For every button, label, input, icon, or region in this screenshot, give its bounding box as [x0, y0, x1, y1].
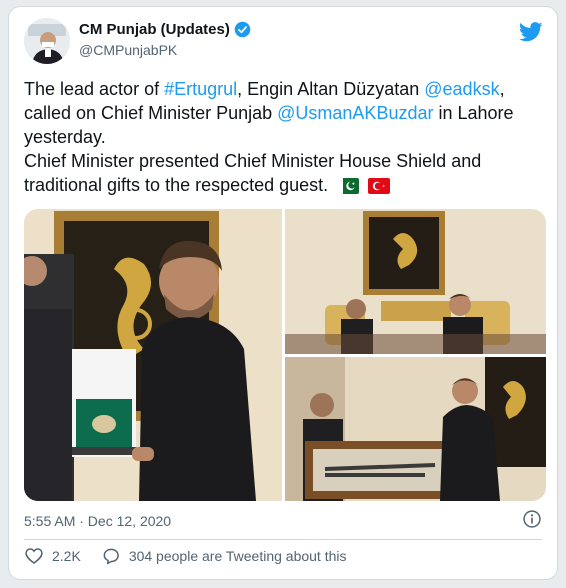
turkey-flag-icon [368, 178, 391, 194]
author-block: CM Punjab (Updates) @CMPunjabPK [79, 21, 251, 58]
author-name-row[interactable]: CM Punjab (Updates) [79, 21, 251, 38]
info-icon[interactable] [522, 509, 542, 529]
twitter-bird-icon[interactable] [519, 21, 543, 43]
mention-link[interactable]: @UsmanAKBuzdar [277, 103, 433, 123]
photo-top-right-image [285, 209, 546, 354]
photo-top-right[interactable] [285, 209, 546, 354]
hashtag-link[interactable]: #Ertugrul [164, 79, 237, 99]
timestamp[interactable]: 5:55 AM · Dec 12, 2020 [24, 513, 171, 529]
like-count: 2.2K [52, 548, 81, 564]
display-name[interactable]: CM Punjab (Updates) [79, 21, 230, 38]
like-button[interactable]: 2.2K [24, 546, 81, 566]
tweet-text-segment: , Engin Altan Düzyatan [237, 79, 425, 99]
mention-link[interactable]: @eadksk [424, 79, 499, 99]
verified-badge-icon [234, 21, 251, 38]
photo-main-image [24, 209, 282, 501]
action-bar: 2.2K 304 people are Tweeting about this [24, 546, 367, 566]
tweet-text-line2: Chief Minister presented Chief Minister … [24, 151, 482, 195]
pakistan-flag-icon [337, 178, 360, 194]
tweet-card: CM Punjab (Updates) @CMPunjabPK The lead… [8, 6, 558, 580]
tweeting-about-text: 304 people are Tweeting about this [128, 548, 347, 564]
handle[interactable]: @CMPunjabPK [79, 42, 251, 58]
avatar[interactable] [24, 18, 70, 64]
tweeting-about-link[interactable]: 304 people are Tweeting about this [101, 546, 347, 566]
media-grid [24, 209, 546, 501]
heart-icon [25, 548, 43, 565]
speech-bubble-icon [103, 548, 119, 565]
divider [24, 539, 542, 540]
photo-bottom-right[interactable] [285, 357, 546, 501]
photo-bottom-right-image [285, 357, 546, 501]
avatar-image [24, 18, 70, 64]
tweet-text-segment: The lead actor of [24, 79, 165, 99]
tweet-text: The lead actor of #Ertugrul, Engin Altan… [24, 77, 546, 197]
photo-main[interactable] [24, 209, 282, 501]
